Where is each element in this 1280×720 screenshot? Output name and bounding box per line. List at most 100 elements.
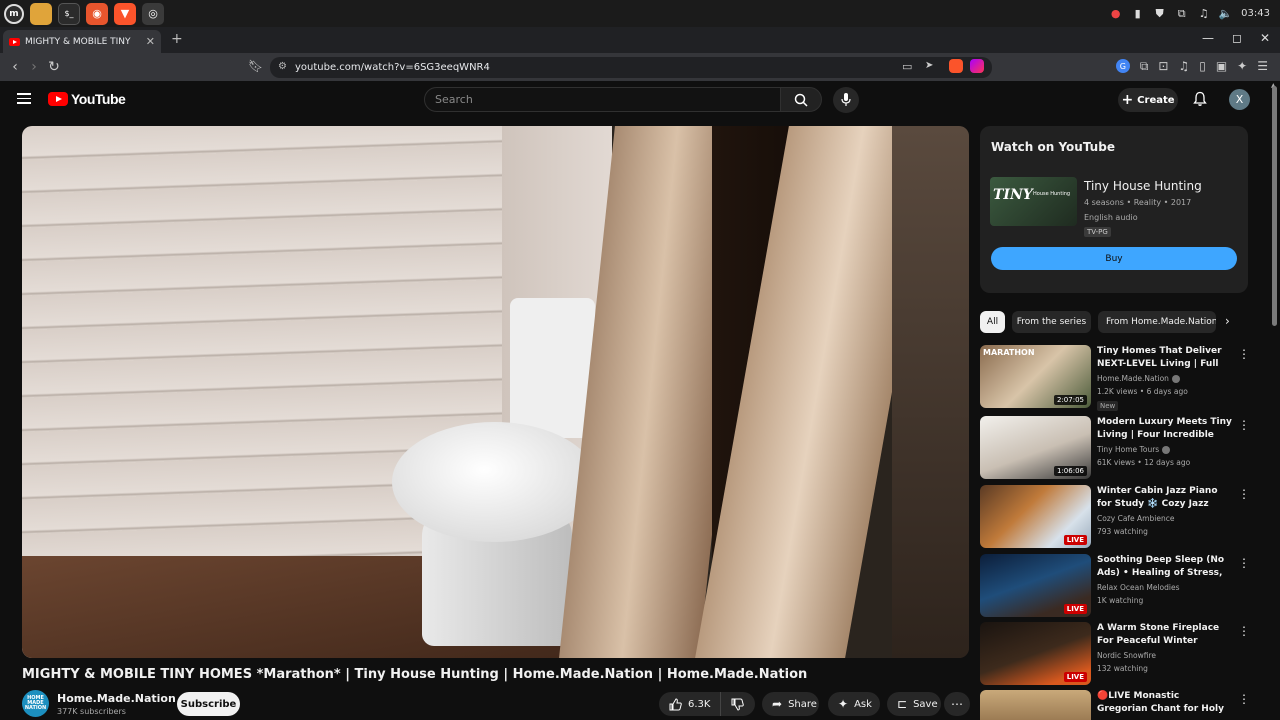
new-tab-icon[interactable]: + — [171, 31, 183, 47]
youtube-logo[interactable]: YouTube — [48, 91, 126, 107]
terminal-icon[interactable]: $_ — [58, 2, 80, 25]
recommendation-title[interactable]: Modern Luxury Meets Tiny Living | Four I… — [1097, 416, 1232, 442]
recommendation-item[interactable]: 1:06:06 Modern Luxury Meets Tiny Living … — [980, 416, 1250, 480]
save-button[interactable]: ⊏ Save — [887, 692, 941, 716]
maximize-icon[interactable]: ◻ — [1232, 31, 1242, 45]
recommendation-thumbnail[interactable]: LIVE — [980, 622, 1091, 685]
more-vertical-icon[interactable]: ⋮ — [1238, 624, 1250, 638]
more-vertical-icon[interactable]: ⋮ — [1238, 347, 1250, 361]
more-vertical-icon[interactable]: ⋮ — [1238, 418, 1250, 432]
dislike-button[interactable] — [720, 692, 754, 716]
extension-g-icon[interactable]: G — [1115, 59, 1130, 73]
live-badge: LIVE — [1063, 604, 1087, 614]
recommendation-title[interactable]: 🔴LIVE Monastic Gregorian Chant for Holy … — [1097, 690, 1232, 716]
volume-icon[interactable]: 🔈 — [1219, 7, 1233, 20]
brave-rewards-icon[interactable] — [970, 59, 984, 73]
minimize-icon[interactable]: — — [1202, 31, 1214, 45]
screenshot-icon[interactable]: ⊡ — [1158, 59, 1168, 74]
show-title[interactable]: Tiny House Hunting — [1084, 179, 1202, 193]
files-icon[interactable] — [30, 2, 52, 25]
firefox-icon[interactable]: ◉ — [86, 2, 108, 25]
os-taskbar: m $_ ◉ ▼ ◎ ● ▮ ⛊ ⧉ ♫ 🔈 03:43 — [0, 0, 1280, 27]
recommendation-title[interactable]: Winter Cabin Jazz Piano for Study ❄️ Coz… — [1097, 485, 1232, 511]
like-count: 6.3K — [688, 698, 711, 710]
subscribe-button[interactable]: Subscribe — [177, 692, 240, 716]
recommendation-thumbnail[interactable]: MARATHON 2:07:05 — [980, 345, 1091, 408]
chip-from-series[interactable]: From the series — [1012, 311, 1091, 333]
recommendation-thumbnail[interactable]: LIVE — [980, 554, 1091, 617]
brave-icon[interactable]: ▼ — [114, 2, 136, 25]
guide-menu-icon[interactable] — [17, 93, 31, 104]
ask-label: Ask — [854, 698, 872, 710]
clock[interactable]: 03:43 — [1241, 8, 1270, 19]
voice-search-button[interactable] — [833, 87, 859, 113]
address-bar[interactable]: ⚙ youtube.com/watch?v=6SG3eeqWNR4 — [270, 57, 992, 78]
chromium-icon[interactable]: ◎ — [142, 2, 164, 25]
recommendation-item[interactable]: LIVE A Warm Stone Fireplace For Peaceful… — [980, 622, 1250, 686]
chip-from-channel[interactable]: From Home.Made.Nation — [1098, 311, 1216, 333]
save-label: Save — [913, 698, 938, 710]
forward-icon[interactable]: › — [25, 58, 43, 76]
close-window-icon[interactable]: ✕ — [1260, 31, 1270, 45]
channel-name[interactable]: Home.Made.Nation — [57, 692, 187, 705]
like-button[interactable]: 6.3K — [659, 692, 720, 716]
account-avatar[interactable]: X — [1229, 89, 1250, 110]
recommendation-item[interactable]: LIVE Winter Cabin Jazz Piano for Study ❄… — [980, 485, 1250, 549]
recommendation-thumbnail[interactable] — [980, 690, 1091, 720]
chip-all[interactable]: All — [980, 311, 1005, 333]
video-player[interactable] — [22, 126, 969, 658]
mint-menu-icon[interactable]: m — [4, 3, 24, 24]
show-thumbnail-sub: House Hunting — [1033, 191, 1071, 197]
buy-button[interactable]: Buy — [991, 247, 1237, 270]
recommendation-thumbnail[interactable]: 1:06:06 — [980, 416, 1091, 479]
bookmark-icon[interactable]: 🔖︎ — [248, 59, 263, 73]
update-icon[interactable]: ● — [1109, 7, 1122, 20]
recommendation-item[interactable]: MARATHON 2:07:05 Tiny Homes That Deliver… — [980, 345, 1250, 411]
like-dislike-group: 6.3K — [659, 692, 755, 716]
ask-button[interactable]: ✦ Ask — [828, 692, 880, 716]
reload-icon[interactable]: ↻ — [45, 58, 63, 76]
send-icon[interactable]: ➤ — [925, 60, 933, 71]
search-placeholder: Search — [435, 93, 473, 106]
shield-icon[interactable]: ⛊ — [1153, 7, 1166, 20]
extensions-icon[interactable]: ⧉ — [1140, 59, 1149, 74]
chips-next-icon[interactable]: › — [1225, 314, 1230, 328]
wallet-icon[interactable]: ▣ — [1216, 59, 1227, 74]
more-vertical-icon[interactable]: ⋮ — [1238, 692, 1248, 706]
recommendation-title[interactable]: A Warm Stone Fireplace For Peaceful Wint… — [1097, 622, 1232, 648]
more-actions-button[interactable]: ⋯ — [944, 692, 970, 716]
more-vertical-icon[interactable]: ⋮ — [1238, 556, 1250, 570]
search-button[interactable] — [780, 87, 822, 112]
brave-shields-icon[interactable] — [949, 59, 963, 73]
show-thumbnail[interactable]: TINY House Hunting — [990, 177, 1077, 226]
browser-tab[interactable]: MIGHTY & MOBILE TINY HO ✕ — [3, 30, 161, 53]
live-badge: LIVE — [1063, 672, 1087, 682]
channel-avatar[interactable]: HOME MADE NATION — [22, 690, 49, 717]
recommendation-thumbnail[interactable]: LIVE — [980, 485, 1091, 548]
browser-menu-icon[interactable]: ☰ — [1257, 59, 1268, 74]
back-icon[interactable]: ‹ — [6, 58, 24, 76]
network-icon[interactable]: ⧉ — [1175, 7, 1188, 20]
toggle-icon[interactable]: ▮ — [1131, 7, 1144, 20]
url-text: youtube.com/watch?v=6SG3eeqWNR4 — [295, 62, 490, 73]
leo-icon[interactable]: ✦ — [1237, 59, 1247, 74]
create-button[interactable]: + Create — [1118, 88, 1178, 112]
media-icon[interactable]: ♫ — [1178, 59, 1189, 74]
recommendation-item[interactable]: LIVE Soothing Deep Sleep (No Ads) • Heal… — [980, 554, 1250, 618]
sidebar-icon[interactable]: ▯ — [1199, 59, 1206, 74]
live-badge: LIVE — [1063, 535, 1087, 545]
recommendation-item[interactable]: 🔴LIVE Monastic Gregorian Chant for Holy … — [980, 690, 1248, 720]
recommendation-title[interactable]: Tiny Homes That Deliver NEXT-LEVEL Livin… — [1097, 345, 1232, 371]
tab-close-icon[interactable]: ✕ — [146, 35, 155, 48]
cast-icon[interactable]: ▭ — [902, 60, 912, 73]
more-vertical-icon[interactable]: ⋮ — [1238, 487, 1250, 501]
recommendation-title[interactable]: Soothing Deep Sleep (No Ads) • Healing o… — [1097, 554, 1232, 580]
search-input[interactable]: Search — [424, 87, 781, 112]
page-scrollbar[interactable] — [1272, 86, 1277, 326]
notifications-bell-icon[interactable] — [1192, 91, 1208, 107]
music-icon[interactable]: ♫ — [1197, 7, 1210, 20]
share-button[interactable]: ➦ Share — [762, 692, 819, 716]
tab-strip: MIGHTY & MOBILE TINY HO ✕ + — ◻ ✕ — [0, 27, 1280, 53]
youtube-logo-icon — [48, 92, 68, 106]
site-info-icon[interactable]: ⚙ — [278, 61, 287, 72]
